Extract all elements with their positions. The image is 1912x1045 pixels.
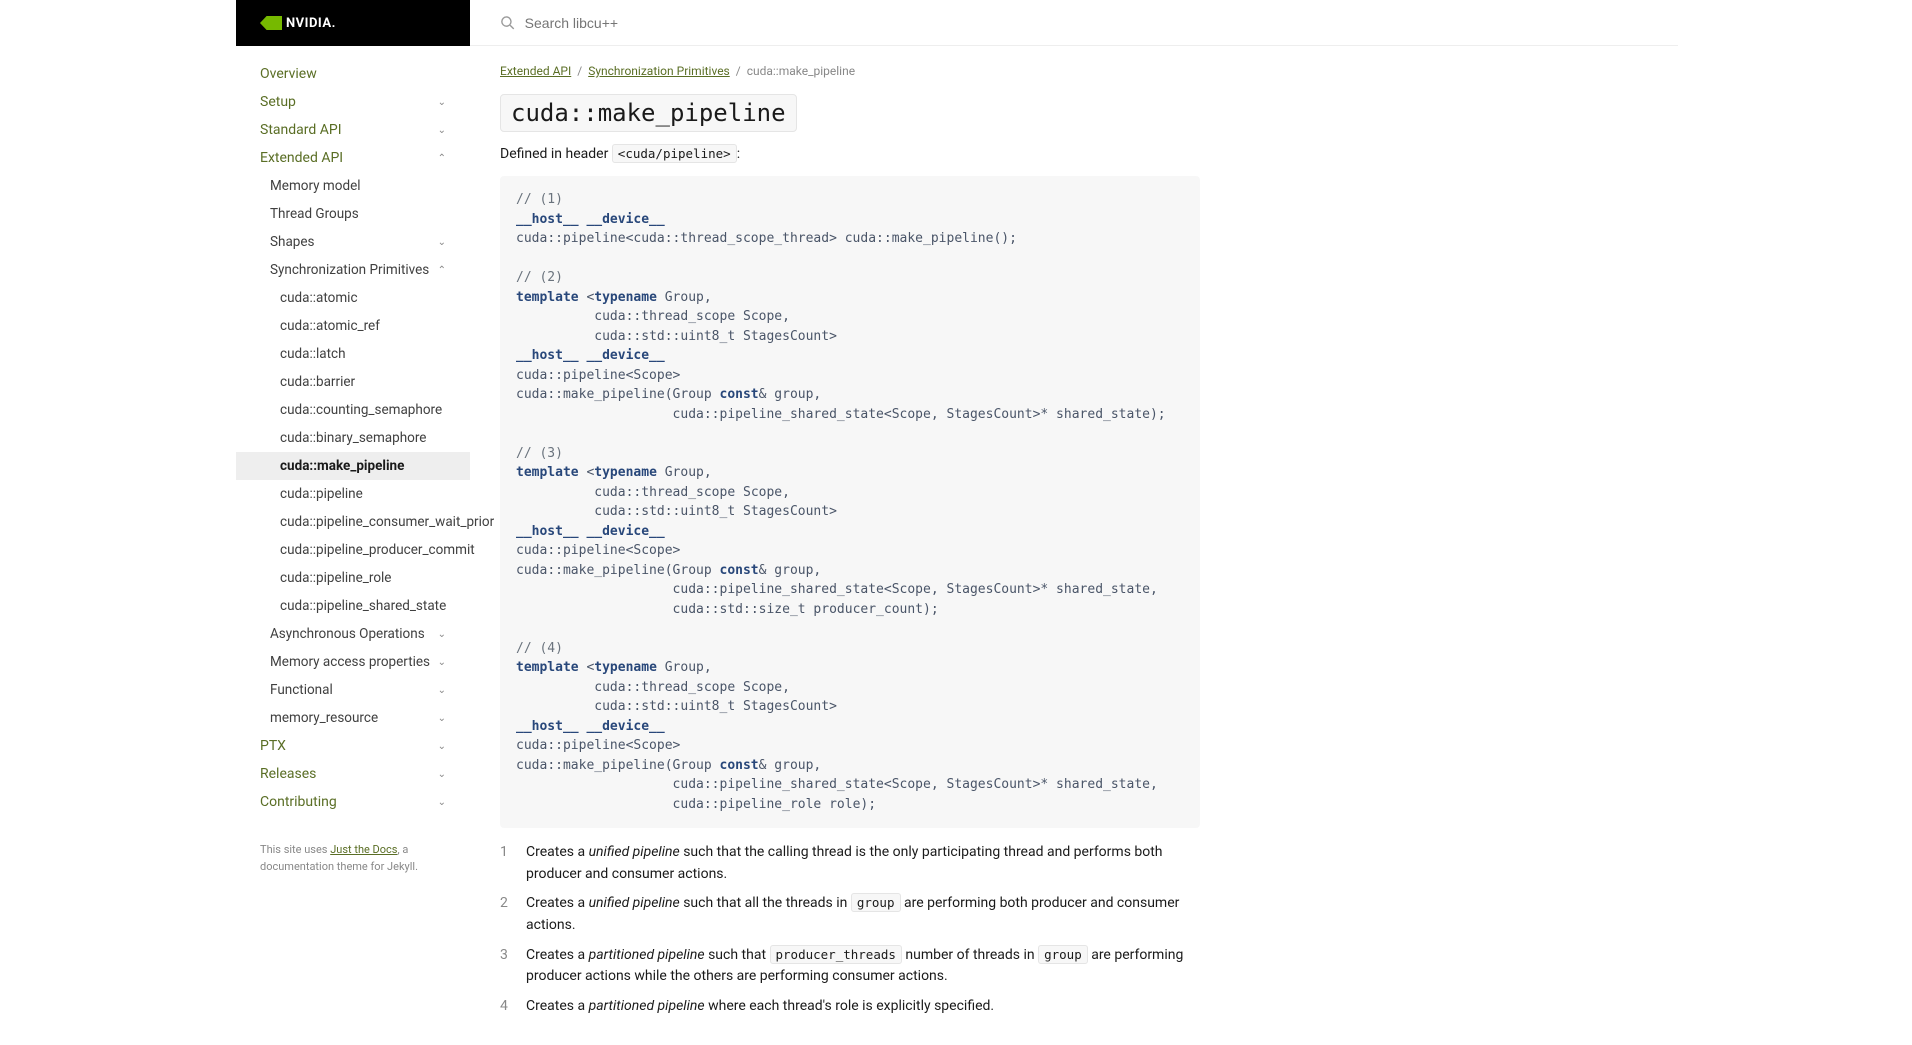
breadcrumb-current: cuda::make_pipeline bbox=[747, 64, 855, 78]
nav-label: PTX bbox=[260, 738, 286, 754]
nav-label: Synchronization Primitives bbox=[270, 262, 429, 278]
chevron-down-icon: ⌄ bbox=[438, 741, 446, 752]
nav-sync-item[interactable]: cuda::atomic_ref bbox=[236, 312, 470, 340]
overload-item: Creates a unified pipeline such that all… bbox=[500, 893, 1200, 936]
chevron-up-icon: ⌃ bbox=[438, 153, 446, 164]
search-icon bbox=[500, 15, 515, 30]
content: Extended API/Synchronization Primitives/… bbox=[470, 46, 1230, 1044]
nav-contributing[interactable]: Contributing ⌄ bbox=[236, 788, 470, 816]
logo-text: NVIDIA. bbox=[286, 16, 336, 31]
nav-shapes[interactable]: Shapes ⌄ bbox=[236, 228, 470, 256]
footer-note: This site uses Just the Docs, a document… bbox=[236, 830, 470, 887]
header-path: <cuda/pipeline> bbox=[612, 144, 737, 163]
chevron-down-icon: ⌄ bbox=[438, 629, 446, 640]
nav-label: Extended API bbox=[260, 150, 343, 166]
nav-sync-primitives[interactable]: Synchronization Primitives ⌃ bbox=[236, 256, 470, 284]
overload-item: Creates a unified pipeline such that the… bbox=[500, 842, 1200, 885]
chevron-down-icon: ⌄ bbox=[438, 797, 446, 808]
nav-releases[interactable]: Releases ⌄ bbox=[236, 760, 470, 788]
logo-bar: NVIDIA. bbox=[236, 0, 470, 46]
chevron-down-icon: ⌄ bbox=[438, 97, 446, 108]
nav-sync-item[interactable]: cuda::counting_semaphore bbox=[236, 396, 470, 424]
defined-pre: Defined in header bbox=[500, 146, 612, 162]
nav-thread-groups[interactable]: Thread Groups bbox=[236, 200, 470, 228]
nav-mem-access[interactable]: Memory access properties ⌄ bbox=[236, 648, 470, 676]
overload-list: Creates a unified pipeline such that the… bbox=[500, 842, 1200, 1018]
nav-label: Thread Groups bbox=[270, 206, 359, 222]
nav-label: Asynchronous Operations bbox=[270, 626, 425, 642]
nav-label: Memory model bbox=[270, 178, 361, 194]
chevron-down-icon: ⌄ bbox=[438, 685, 446, 696]
nav-sync-item[interactable]: cuda::pipeline_shared_state bbox=[236, 592, 470, 620]
chevron-down-icon: ⌄ bbox=[438, 769, 446, 780]
breadcrumb-link[interactable]: Synchronization Primitives bbox=[588, 64, 730, 78]
chevron-down-icon: ⌄ bbox=[438, 237, 446, 248]
nav-sync-item[interactable]: cuda::make_pipeline bbox=[236, 452, 470, 480]
nav-sync-item[interactable]: cuda::latch bbox=[236, 340, 470, 368]
defined-post: : bbox=[737, 146, 740, 162]
footer-link[interactable]: Just the Docs bbox=[330, 843, 397, 856]
main: Extended API/Synchronization Primitives/… bbox=[470, 0, 1678, 1045]
nav-extended-api[interactable]: Extended API ⌃ bbox=[236, 144, 470, 172]
search-input[interactable] bbox=[525, 15, 1648, 31]
overload-item: Creates a partitioned pipeline such that… bbox=[500, 945, 1200, 988]
footer-text: This site uses bbox=[260, 843, 330, 856]
nav-standard-api[interactable]: Standard API ⌄ bbox=[236, 116, 470, 144]
nav-sync-item[interactable]: cuda::pipeline_consumer_wait_prior bbox=[236, 508, 470, 536]
page-title: cuda::make_pipeline bbox=[500, 94, 797, 132]
nav-label: Contributing bbox=[260, 794, 337, 810]
nav-functional[interactable]: Functional ⌄ bbox=[236, 676, 470, 704]
nav-sync-item[interactable]: cuda::atomic bbox=[236, 284, 470, 312]
nav-label: Overview bbox=[260, 66, 317, 82]
nav-label: Standard API bbox=[260, 122, 342, 138]
code-block: // (1) __host__ __device__ cuda::pipelin… bbox=[500, 176, 1200, 828]
nav: Overview Setup ⌄ Standard API ⌄ Extended A… bbox=[236, 46, 470, 830]
nav-memory-resource[interactable]: memory_resource ⌄ bbox=[236, 704, 470, 732]
nav-setup[interactable]: Setup ⌄ bbox=[236, 88, 470, 116]
nav-sync-item[interactable]: cuda::binary_semaphore bbox=[236, 424, 470, 452]
defined-in: Defined in header <cuda/pipeline>: bbox=[500, 146, 1200, 162]
chevron-down-icon: ⌄ bbox=[438, 657, 446, 668]
searchbar bbox=[470, 0, 1678, 46]
sidebar: NVIDIA. Overview Setup ⌄ Standard API ⌄ Ex… bbox=[236, 0, 470, 1045]
nav-overview[interactable]: Overview bbox=[236, 60, 470, 88]
nav-label: memory_resource bbox=[270, 710, 378, 726]
nav-sync-item[interactable]: cuda::pipeline_role bbox=[236, 564, 470, 592]
nav-label: Setup bbox=[260, 94, 296, 110]
nvidia-eye-icon bbox=[260, 16, 282, 30]
breadcrumb: Extended API/Synchronization Primitives/… bbox=[500, 64, 1200, 78]
chevron-up-icon: ⌃ bbox=[438, 265, 446, 276]
nav-label: Releases bbox=[260, 766, 316, 782]
chevron-down-icon: ⌄ bbox=[438, 713, 446, 724]
chevron-down-icon: ⌄ bbox=[438, 125, 446, 136]
nav-sync-item[interactable]: cuda::pipeline_producer_commit bbox=[236, 536, 470, 564]
nav-memory-model[interactable]: Memory model bbox=[236, 172, 470, 200]
nav-label: Functional bbox=[270, 682, 333, 698]
overload-item: Creates a partitioned pipeline where eac… bbox=[500, 996, 1200, 1018]
breadcrumb-link[interactable]: Extended API bbox=[500, 64, 571, 78]
nav-label: Memory access properties bbox=[270, 654, 430, 670]
nav-label: Shapes bbox=[270, 234, 315, 250]
nav-sync-item[interactable]: cuda::barrier bbox=[236, 368, 470, 396]
nvidia-logo[interactable]: NVIDIA. bbox=[260, 16, 336, 31]
nav-ptx[interactable]: PTX ⌄ bbox=[236, 732, 470, 760]
nav-async-ops[interactable]: Asynchronous Operations ⌄ bbox=[236, 620, 470, 648]
nav-sync-item[interactable]: cuda::pipeline bbox=[236, 480, 470, 508]
